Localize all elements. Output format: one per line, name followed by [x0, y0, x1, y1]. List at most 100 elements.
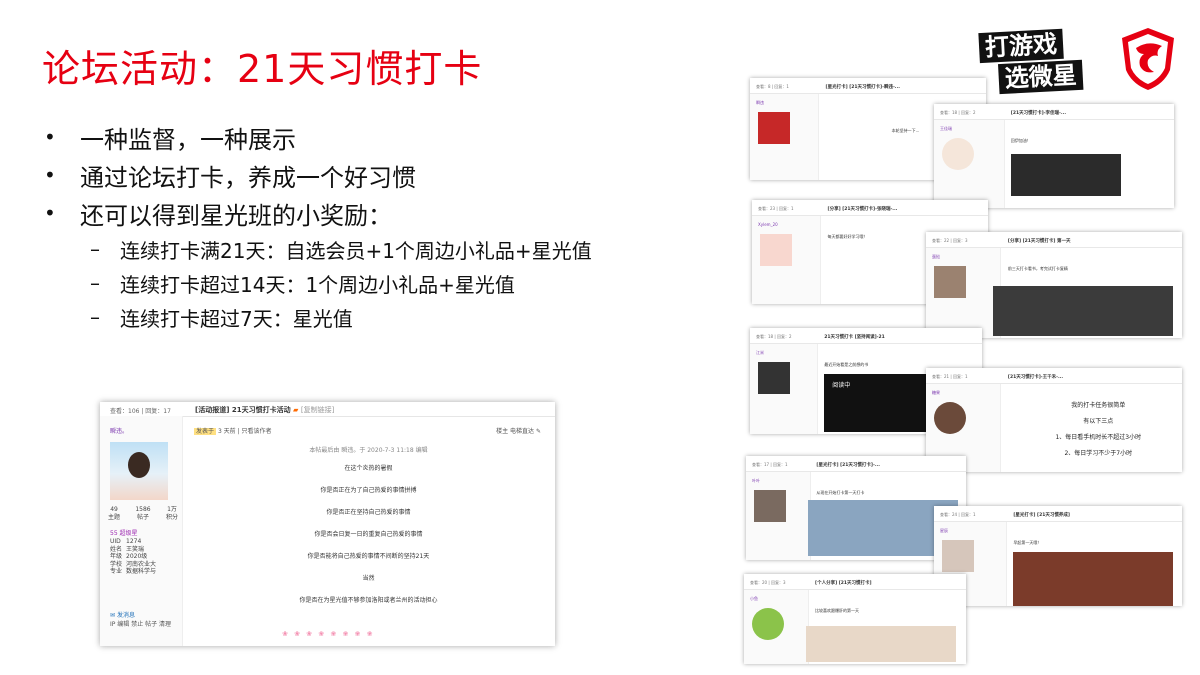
- info-value: 1274: [126, 538, 142, 545]
- sub-bullet-text: 连续打卡超过7天：星光值: [120, 306, 353, 331]
- card-user: 叶叶: [752, 478, 760, 483]
- card-user: 瞬违: [756, 100, 764, 105]
- notes-photo: [806, 626, 957, 662]
- count-num: 1586: [135, 506, 151, 513]
- card-stat: 查看：18 | 回复：2: [940, 110, 976, 115]
- count-item: 1586 帖子: [135, 506, 150, 522]
- card-title: [21天习惯打卡]-王千禾-...: [1007, 375, 1064, 380]
- count-item: 49 主题: [108, 506, 120, 522]
- card-stat: 查看：20 | 回复：3: [750, 580, 786, 585]
- task-line: 1、每日看手机时长不超过3小时: [1055, 434, 1142, 441]
- card-stat: 查看：18 | 回复：2: [756, 334, 792, 339]
- card-user: Xylem_20: [758, 222, 778, 227]
- bullet-item: • 通过论坛打卡，养成一个好习惯: [44, 156, 684, 194]
- flower-decoration-icon: ❀ ❀ ❀ ❀ ❀ ❀ ❀ ❀: [282, 630, 375, 638]
- bullet-item: • 一种监督，一种展示: [44, 118, 684, 156]
- card-title: [分享] [21天习惯打卡] 第一天: [1007, 239, 1071, 244]
- card-stat: 查看：21 | 回复：1: [932, 374, 968, 379]
- card-title: [星光打卡] [21天习惯打卡]-...: [816, 463, 880, 468]
- post-line: 你是否正在为了自己热爱的事情拼搏: [320, 487, 417, 494]
- post-meta-text[interactable]: 3 天前 | 只看该作者: [218, 428, 272, 435]
- card-text: 最近开始看是之前想的书: [824, 362, 869, 367]
- post-meta-badge: 发表于: [194, 428, 217, 435]
- count-num: 49: [110, 506, 118, 513]
- floor-info[interactable]: 楼主 电梯直达 ✎: [496, 426, 541, 435]
- post-title: [活动报道] 21天习惯打卡活动 ▰ [复制链接]: [195, 405, 334, 415]
- sub-bullet-text: 连续打卡满21天：自选会员+1个周边小礼品+星光值: [120, 238, 592, 263]
- card-text: 本轮坚持一下...: [891, 128, 920, 133]
- task-line: 有以下三点: [1083, 418, 1114, 425]
- card-text: 回伊加油！: [1010, 138, 1031, 143]
- checkin-card: 查看：24 | 回复：1 [星光打卡] [21天习惯养成] 星辰 早起第一天哦！: [934, 506, 1182, 606]
- info-key: 年级: [110, 553, 123, 561]
- post-stats: 查看：106 | 回复：17: [110, 408, 171, 415]
- card-avatar: [758, 362, 790, 394]
- count-label: 积分: [165, 514, 178, 521]
- send-message-label: 发消息: [116, 612, 135, 619]
- sub-bullet-text: 连续打卡超过14天：1个周边小礼品+星光值: [120, 272, 515, 297]
- card-title: [星光打卡] [21天习惯养成]: [1013, 513, 1070, 518]
- post-title-text: [活动报道] 21天习惯打卡活动: [195, 406, 291, 414]
- sub-bullet-item: – 连续打卡满21天：自选会员+1个周边小礼品+星光值: [44, 232, 684, 266]
- card-user: 王佳瑞: [940, 126, 952, 131]
- bullet-text: 还可以得到星光班的小奖励：: [80, 201, 392, 230]
- study-photo: [992, 286, 1173, 336]
- sub-bullet-item: – 连续打卡超过7天：星光值: [44, 300, 684, 334]
- card-user: 星辰: [940, 528, 948, 533]
- post-line: 在这个炎热的暑假: [344, 465, 393, 472]
- card-stat: 查看：24 | 回复：1: [940, 512, 976, 517]
- card-stat: 查看：22 | 回复：3: [932, 238, 968, 243]
- card-avatar: [758, 112, 790, 144]
- count-num: 1万: [167, 506, 177, 513]
- post-line: 你是否能将自己热爱的事情不间断的坚持21天: [307, 553, 430, 560]
- sub-bullet-item: – 连续打卡超过14天：1个周边小礼品+星光值: [44, 266, 684, 300]
- card-avatar: [934, 402, 966, 434]
- card-user: 蛋挞: [932, 254, 940, 259]
- card-title: [个人分享] [21天习惯打卡]: [815, 581, 872, 586]
- moderation-links[interactable]: IP 编辑 禁止 帖子 清理: [110, 619, 171, 628]
- info-key: 专业: [110, 568, 123, 576]
- task-list: 我的打卡任务很简单 有以下三点 1、每日看手机时长不超过3小时 2、每日学习不少…: [1023, 398, 1173, 462]
- count-label: 主题: [108, 514, 121, 521]
- card-avatar: [754, 490, 786, 522]
- card-text: 比较喜欢跟爆肝的第一天: [815, 608, 860, 613]
- post-content: 本帖最后由 瞬违。于 2020-7-3 11:18 编辑 在这个炎热的暑假 你是…: [182, 444, 555, 612]
- info-value: 数据科学与: [126, 568, 157, 576]
- card-user: 江米: [756, 350, 764, 355]
- post-topbar: 查看：106 | 回复：17 [活动报道] 21天习惯打卡活动 ▰ [复制链接]: [100, 402, 555, 417]
- card-text: 从现在开始打卡第一天打卡: [816, 490, 865, 495]
- card-avatar: [752, 608, 784, 640]
- task-line: 我的打卡任务很简单: [1071, 402, 1126, 409]
- post-line: 当然: [362, 575, 375, 582]
- author-name: 瞬违。: [110, 428, 129, 435]
- msi-dragon-shield-icon: [1122, 28, 1174, 90]
- card-avatar: [760, 234, 792, 266]
- checkin-card: 查看：18 | 回复：2 [21天习惯打卡]-李佳瑞-... 王佳瑞 回伊加油！: [934, 104, 1174, 208]
- post-line: 你是否正在坚持自己热爱的事情: [326, 509, 411, 516]
- author-info: UID 1274 姓名 王笑瑞 年级 2020级 学校 河南农业大 专业 数据科学与: [110, 538, 156, 576]
- slogan-line-1: 打游戏: [978, 28, 1064, 64]
- card-text: 前三天打卡看书，考完试打卡复精: [1007, 266, 1068, 271]
- floor-info-text: 楼主 电梯直达: [496, 428, 535, 435]
- count-label: 帖子: [136, 514, 149, 521]
- author-avatar: [110, 442, 168, 500]
- forum-post-screenshot: 查看：106 | 回复：17 [活动报道] 21天习惯打卡活动 ▰ [复制链接]…: [100, 402, 555, 646]
- checkin-card: 查看：20 | 回复：3 [个人分享] [21天习惯打卡] 小鱼 比较喜欢跟爆肝…: [744, 574, 966, 664]
- bullet-text: 通过论坛打卡，养成一个好习惯: [80, 163, 416, 192]
- reading-screen-text: 阅读中: [832, 382, 851, 389]
- reading-screen: 阅读中: [824, 374, 935, 432]
- bullet-text: 一种监督，一种展示: [80, 125, 296, 154]
- info-value: 2020级: [126, 553, 148, 561]
- post-line: 你是否在为星光值不够参加洛阳或者兰州的活动担心: [299, 597, 438, 604]
- post-line: 你是否会日复一日的重复自己热爱的事情: [314, 531, 423, 538]
- copy-link-tag: [复制链接]: [300, 406, 335, 414]
- card-title: [21天习惯打卡]-李佳瑞-...: [1010, 111, 1067, 116]
- card-stat: 查看：23 | 回复：1: [758, 206, 794, 211]
- card-text: 每天都要好好学习哦！: [827, 234, 868, 239]
- slogan-line-2: 选微星: [998, 59, 1084, 95]
- author-sidebar: 瞬违。 49 主题 1586 帖子 1万 积分 55 超级星 UID 1274 姓名 王笑…: [100, 416, 183, 646]
- post-body: 发表于 3 天前 | 只看该作者 楼主 电梯直达 ✎ 本帖最后由 瞬违。于 20…: [182, 416, 555, 646]
- card-text: 早起第一天哦！: [1013, 540, 1042, 545]
- author-group: 55 超级星: [110, 530, 138, 537]
- send-message-link[interactable]: ✉ 发消息: [110, 610, 135, 619]
